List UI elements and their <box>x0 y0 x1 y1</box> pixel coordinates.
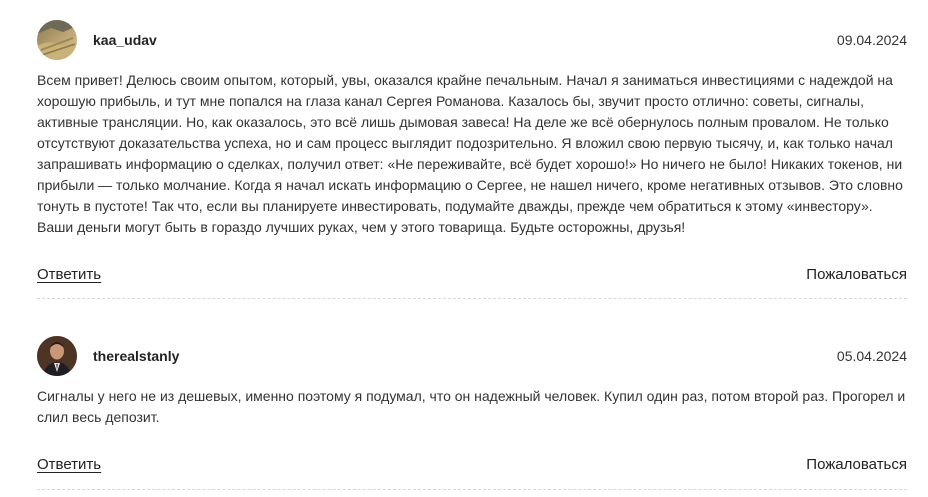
comment-author: kaa_udav <box>37 20 157 60</box>
comment-actions: Ответить Пожаловаться <box>37 452 907 476</box>
comment-date: 05.04.2024 <box>836 348 907 364</box>
comment-divider <box>37 298 907 299</box>
report-button[interactable]: Пожаловаться <box>806 266 907 283</box>
landscape-photo-avatar-icon <box>37 20 77 60</box>
comment-actions: Ответить Пожаловаться <box>37 262 907 286</box>
comment-header: kaa_udav 09.04.2024 <box>37 20 907 60</box>
comment-author: therealstanly <box>37 336 179 376</box>
comment-username: kaa_udav <box>93 32 157 48</box>
comment-divider <box>37 489 907 490</box>
avatar[interactable] <box>37 20 77 60</box>
comment-header: therealstanly 05.04.2024 <box>37 336 907 376</box>
comment-text: Всем привет! Делюсь своим опытом, которы… <box>37 72 903 235</box>
comment-date: 09.04.2024 <box>836 32 907 48</box>
reply-button[interactable]: Ответить <box>37 456 101 473</box>
comment-text: Сигналы у него не из дешевых, именно поэ… <box>37 388 906 425</box>
avatar[interactable] <box>37 336 77 376</box>
comment-username: therealstanly <box>93 348 180 364</box>
man-in-suit-avatar-icon <box>37 336 77 376</box>
report-button[interactable]: Пожаловаться <box>806 456 907 473</box>
reply-button[interactable]: Ответить <box>37 266 101 283</box>
